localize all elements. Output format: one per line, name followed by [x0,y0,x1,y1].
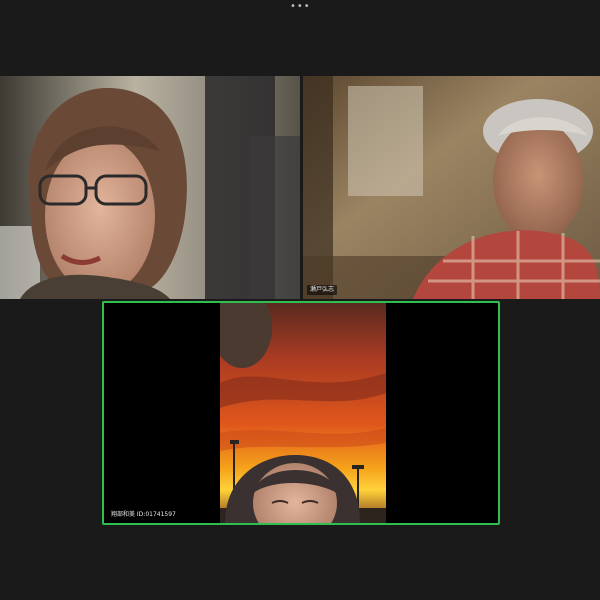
participant-video-feed-3 [220,303,386,523]
participant-video-tile-3-active-speaker[interactable]: 翔部和美 ID:01741597 [102,301,500,525]
participant-video-feed-2 [303,76,600,299]
participant-video-feed-1 [0,76,300,299]
participant-video-tile-2[interactable]: 瀬戸弘志 [303,76,600,299]
more-options-icon[interactable]: ••• [290,2,310,12]
participant-video-tile-1[interactable] [0,76,300,299]
participant-name-label: 翔部和美 ID:01741597 [111,511,176,518]
participant-name-label: 瀬戸弘志 [307,285,338,295]
